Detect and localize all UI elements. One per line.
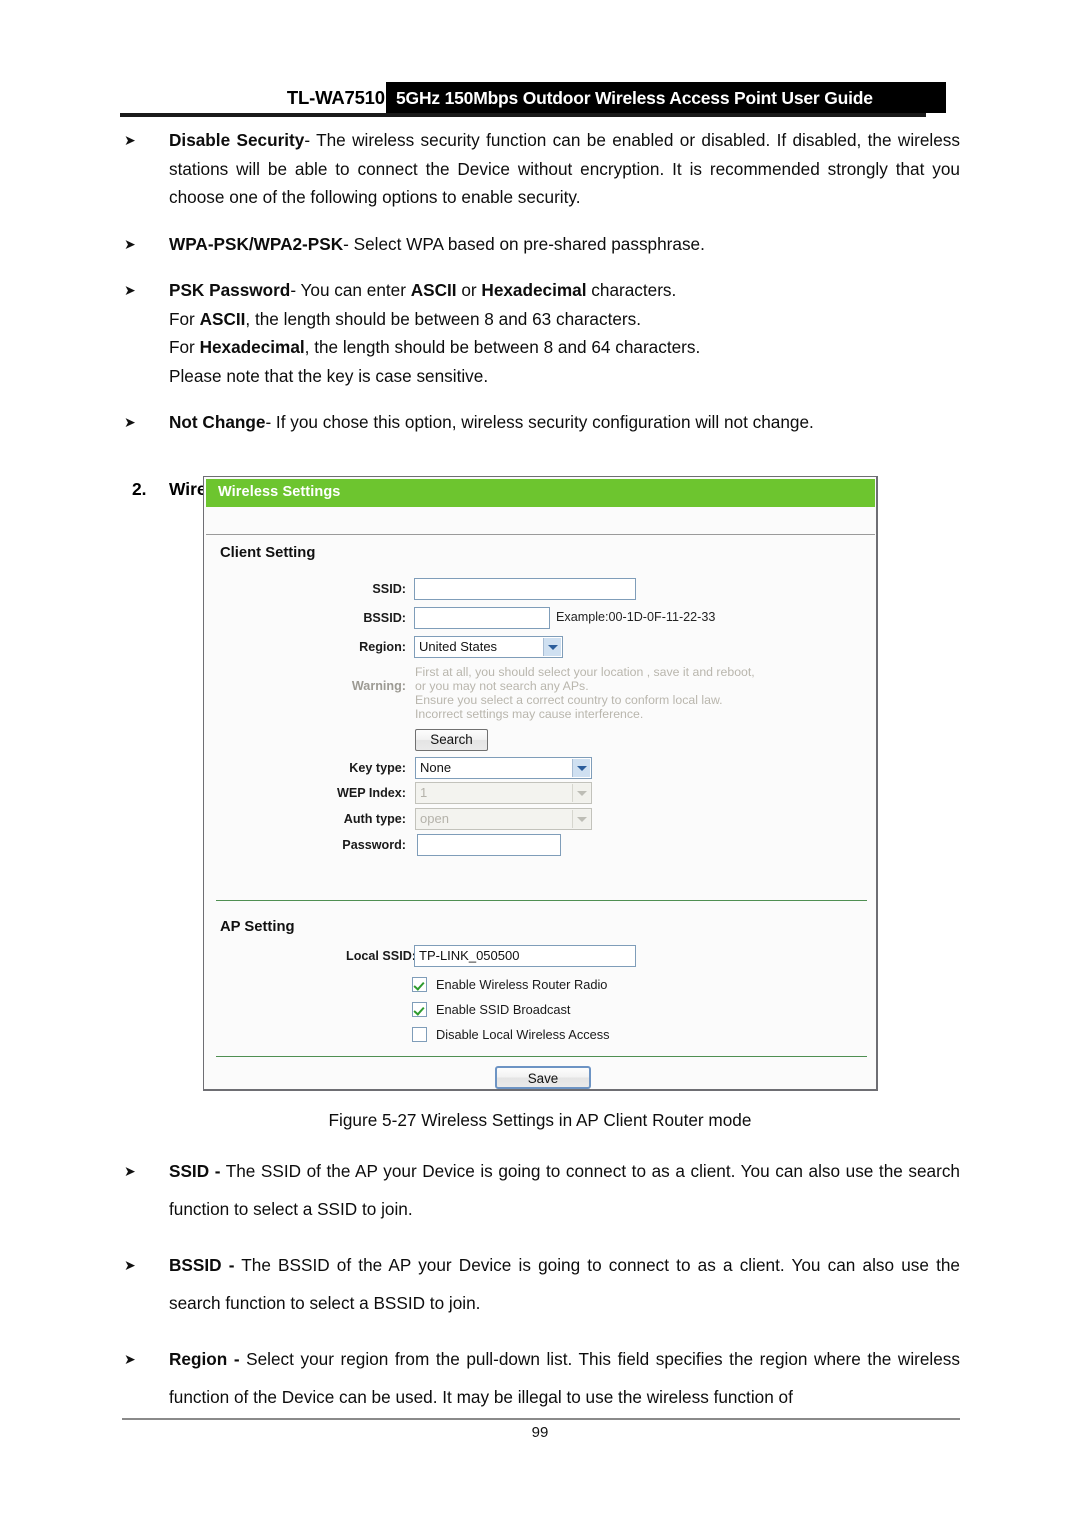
psk-line-hex: For Hexadecimal, the length should be be… — [169, 337, 701, 357]
bullet-disable-security: ➤ Disable Security- The wireless securit… — [120, 126, 960, 212]
bssid-label: BSSID: — [363, 611, 406, 625]
local-ssid-label: Local SSID: — [346, 949, 416, 963]
warning-line-2: or you may not search any APs. — [415, 679, 589, 693]
bullet-arrow-icon: ➤ — [124, 132, 136, 148]
bullet-psk-password: ➤ PSK Password- You can enter ASCII or H… — [120, 276, 960, 390]
client-setting-group-title: Client Setting — [220, 545, 316, 561]
bullet-region: ➤ Region - Select your region from the p… — [120, 1340, 960, 1416]
bullet-text: - You can enter ASCII or Hexadecimal cha… — [290, 280, 677, 300]
running-header: TL-WA7510N 5GHz 150Mbps Outdoor Wireless… — [120, 82, 960, 118]
bullet-text: - If you chose this option, wireless sec… — [265, 412, 814, 432]
warning-line-4: Incorrect settings may cause interferenc… — [415, 707, 644, 721]
checkbox-enable-ssid-broadcast[interactable] — [412, 1002, 427, 1017]
checkbox-label: Enable Wireless Router Radio — [436, 977, 608, 992]
chevron-down-icon[interactable] — [543, 638, 561, 656]
bullet-arrow-icon: ➤ — [124, 282, 136, 298]
wep-index-select: 1 — [415, 782, 592, 804]
search-button[interactable]: Search — [415, 729, 488, 751]
bullet-arrow-icon: ➤ — [124, 1163, 136, 1179]
figure-caption: Figure 5-27 Wireless Settings in AP Clie… — [328, 1110, 752, 1130]
ap-setting-group-title: AP Setting — [220, 919, 295, 935]
checkbox-enable-wireless-router-radio[interactable] — [412, 977, 427, 992]
header-rule — [120, 113, 926, 117]
psk-line-case: Please note that the key is case sensiti… — [169, 365, 489, 386]
ssid-input[interactable] — [414, 578, 636, 600]
panel-title: Wireless Settings — [218, 484, 341, 500]
upper-body-text: ➤ Disable Security- The wireless securit… — [120, 126, 960, 502]
header-model-name: TL-WA7510N — [286, 87, 398, 108]
bullet-ssid: ➤ SSID - The SSID of the AP your Device … — [120, 1152, 960, 1228]
bullet-term: WPA-PSK/WPA2-PSK — [169, 233, 344, 254]
bullet-term: Disable Security — [169, 130, 305, 150]
region-select-value: United States — [419, 639, 498, 654]
ssid-label: SSID: — [372, 582, 406, 596]
password-label: Password: — [342, 838, 406, 852]
bullet-text: The BSSID of the AP your Device is going… — [169, 1255, 960, 1313]
bullet-term: Not Change — [169, 412, 266, 432]
chevron-down-icon — [572, 810, 590, 828]
key-type-select[interactable]: None — [415, 757, 592, 779]
page-number: 99 — [531, 1424, 549, 1441]
panel-header-bar: Wireless Settings — [206, 479, 875, 507]
bullet-text: Select your region from the pull-down li… — [169, 1349, 960, 1407]
bssid-input[interactable] — [414, 607, 550, 629]
chevron-down-icon[interactable] — [572, 759, 590, 777]
group-divider — [216, 900, 867, 901]
bullet-wpa-psk: ➤ WPA-PSK/WPA2-PSK- Select WPA based on … — [120, 230, 960, 259]
bullet-term: Region - — [169, 1349, 240, 1369]
password-input[interactable] — [417, 834, 561, 856]
bullet-text: The SSID of the AP your Device is going … — [169, 1161, 960, 1219]
checkbox-label: Enable SSID Broadcast — [436, 1002, 571, 1017]
checkbox-disable-local-wireless-access[interactable] — [412, 1027, 427, 1042]
warning-label: Warning: — [351, 679, 406, 693]
bullet-term: SSID - — [169, 1161, 221, 1181]
bullet-arrow-icon: ➤ — [124, 235, 136, 252]
bullet-not-change: ➤ Not Change- If you chose this option, … — [120, 408, 960, 437]
bullet-arrow-icon: ➤ — [124, 1257, 136, 1273]
wep-index-label: WEP Index: — [336, 786, 406, 800]
wep-index-select-value: 1 — [420, 785, 428, 800]
bullet-arrow-icon: ➤ — [124, 414, 136, 430]
router-ui-screenshot: Wireless Settings Client Setting SSID: B… — [203, 476, 878, 1091]
region-select[interactable]: United States — [414, 636, 563, 658]
bullet-bssid: ➤ BSSID - The BSSID of the AP your Devic… — [120, 1246, 960, 1322]
bullet-arrow-icon: ➤ — [124, 1351, 136, 1367]
psk-line-ascii: For ASCII, the length should be between … — [169, 308, 641, 329]
warning-line-1: First at all, you should select your loc… — [415, 665, 755, 679]
panel-body: Client Setting SSID: BSSID: Example:00-1… — [206, 535, 875, 1089]
lower-body-text: ➤ SSID - The SSID of the AP your Device … — [120, 1152, 960, 1416]
footer-rule — [122, 1418, 960, 1420]
region-label: Region: — [359, 640, 406, 654]
local-ssid-input[interactable]: TP-LINK_050500 — [414, 945, 636, 967]
section-number: 2. — [132, 478, 147, 499]
key-type-label: Key type: — [349, 761, 406, 775]
checkbox-label: Disable Local Wireless Access — [436, 1027, 610, 1042]
header-title: 5GHz 150Mbps Outdoor Wireless Access Poi… — [396, 88, 873, 108]
key-type-select-value: None — [420, 760, 452, 775]
bullet-text: - Select WPA based on pre-shared passphr… — [343, 233, 705, 254]
warning-line-3: Ensure you select a correct country to c… — [415, 693, 723, 707]
bssid-example-hint: Example:00-1D-0F-11-22-33 — [556, 610, 716, 624]
save-button[interactable]: Save — [495, 1066, 591, 1089]
bullet-term: PSK Password — [169, 280, 291, 300]
bullet-term: BSSID - — [169, 1255, 235, 1275]
save-divider — [216, 1056, 867, 1057]
chevron-down-icon — [572, 784, 590, 802]
auth-type-select-value: open — [420, 811, 449, 826]
panel-subbar — [206, 507, 875, 535]
wireless-settings-panel: Wireless Settings Client Setting SSID: B… — [203, 476, 878, 1091]
document-page: TL-WA7510N 5GHz 150Mbps Outdoor Wireless… — [0, 0, 1080, 1527]
auth-type-select: open — [415, 808, 592, 830]
auth-type-label: Auth type: — [343, 812, 406, 826]
